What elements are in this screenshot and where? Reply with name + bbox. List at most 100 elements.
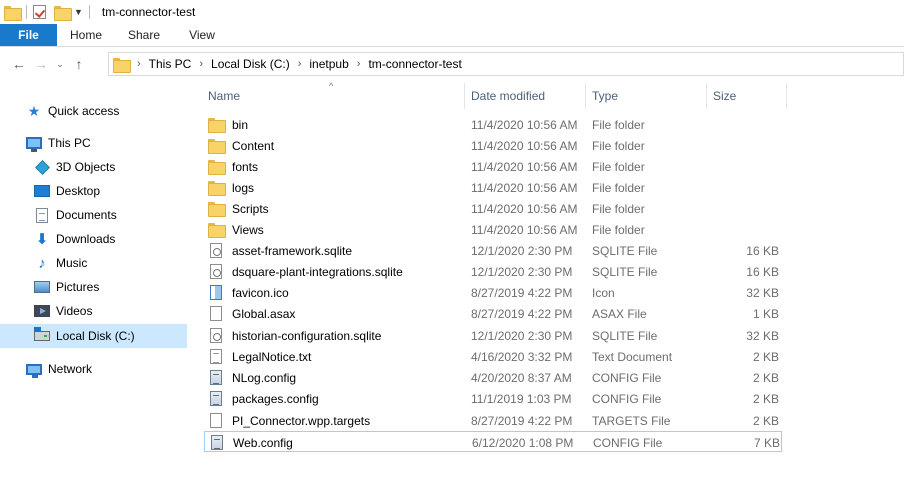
file-row[interactable]: logs 11/4/2020 10:56 AM File folder [204,177,782,198]
network-icon [26,361,42,378]
new-folder-icon[interactable] [54,5,72,21]
file-name: dsquare-plant-integrations.sqlite [232,264,403,279]
tab-share[interactable]: Share [115,24,173,46]
file-date: 12/1/2020 2:30 PM [471,328,573,343]
file-date: 4/16/2020 3:32 PM [471,349,573,364]
file-date: 11/4/2020 10:56 AM [471,222,578,237]
breadcrumb-this-pc[interactable]: This PC [149,57,192,71]
toolbar-divider [88,5,90,19]
file-type: SQLITE File [592,328,658,343]
file-row[interactable]: NLog.config 4/20/2020 8:37 AM CONFIG Fil… [204,367,782,388]
config-file-icon [208,370,224,386]
column-header-type[interactable]: Type [586,83,707,109]
local-disk-icon [34,327,50,344]
chevron-down-icon: ⌄ [56,58,64,69]
file-row[interactable]: Web.config 6/12/2020 1:08 PM CONFIG File… [204,431,782,452]
breadcrumb-chevron-icon[interactable]: › [199,58,203,70]
file-row[interactable]: PI_Connector.wpp.targets 8/27/2019 4:22 … [204,410,782,431]
desktop-icon [34,183,50,199]
file-type: File folder [592,159,645,174]
nav-item-label: Network [48,362,93,376]
breadcrumb-chevron-icon[interactable]: › [298,58,302,70]
nav-item-music[interactable]: ♪ Music [0,251,187,275]
nav-item-desktop[interactable]: Desktop [0,179,187,203]
quick-access-toolbar: ▼ [0,0,96,24]
address-bar[interactable]: › This PC › Local Disk (C:) › inetpub › … [108,52,904,76]
videos-icon [34,303,50,319]
file-row[interactable]: fonts 11/4/2020 10:56 AM File folder [204,156,782,177]
file-row[interactable]: favicon.ico 8/27/2019 4:22 PM Icon 32 KB [204,282,782,303]
file-row[interactable]: asset-framework.sqlite 12/1/2020 2:30 PM… [204,240,782,261]
nav-item-local-disk[interactable]: Local Disk (C:) [0,324,187,348]
nav-item-label: Videos [56,304,93,318]
breadcrumb-local-disk[interactable]: Local Disk (C:) [211,57,290,71]
file-row[interactable]: LegalNotice.txt 4/16/2020 3:32 PM Text D… [204,346,782,367]
nav-item-3d-objects[interactable]: 3D Objects [0,155,187,179]
navigation-pane: ★ Quick access This PC 3D Objects Deskto… [0,81,189,504]
file-size: 2 KB [752,370,779,385]
file-date: 11/4/2020 10:56 AM [471,138,578,153]
breadcrumb-tm-connector-test[interactable]: tm-connector-test [368,57,461,71]
nav-item-pictures[interactable]: Pictures [0,275,187,299]
column-header-date-modified[interactable]: Date modified [465,83,586,109]
file-type: CONFIG File [592,391,662,406]
nav-item-network[interactable]: Network [0,357,187,381]
breadcrumb-chevron-icon[interactable]: › [357,58,361,70]
breadcrumb-inetpub[interactable]: inetpub [309,57,348,71]
title-bar: ▼ tm-connector-test [0,0,904,24]
file-date: 12/1/2020 2:30 PM [471,264,573,279]
file-row[interactable]: Views 11/4/2020 10:56 AM File folder [204,219,782,240]
toolbar-divider [26,5,27,19]
nav-item-quick-access[interactable]: ★ Quick access [0,99,187,123]
up-button[interactable]: ↑ [68,53,90,75]
sqlite-file-icon [208,264,224,280]
nav-item-this-pc[interactable]: This PC [0,131,187,155]
back-button[interactable]: ← [8,53,30,75]
downloads-icon: ⬇ [35,231,49,248]
file-name: Web.config [233,435,293,450]
folder-icon [4,5,22,21]
nav-item-videos[interactable]: Videos [0,299,187,323]
pictures-icon [34,279,50,295]
file-type: File folder [592,201,645,216]
nav-item-label: Pictures [56,280,100,294]
properties-icon[interactable] [33,5,46,19]
column-header-size[interactable]: Size [707,83,787,109]
file-date: 8/27/2019 4:22 PM [471,306,573,321]
tab-home[interactable]: Home [57,24,115,46]
file-row[interactable]: packages.config 11/1/2019 1:03 PM CONFIG… [204,388,782,409]
file-name: Content [232,138,275,153]
file-row[interactable]: Scripts 11/4/2020 10:56 AM File folder [204,198,782,219]
nav-item-documents[interactable]: Documents [0,203,187,227]
file-size: 2 KB [752,349,779,364]
customize-toolbar-arrow-icon[interactable]: ▼ [74,7,83,17]
recent-locations-button[interactable]: ⌄ [52,53,68,75]
navigation-bar: ← → ⌄ ↑ › This PC › Local Disk (C:) › in… [0,47,904,81]
breadcrumb-chevron-icon[interactable]: › [137,58,141,70]
ribbon-tabs: File Home Share View [0,24,904,47]
file-size: 32 KB [746,328,779,343]
column-header-name[interactable]: Name [202,83,465,109]
sqlite-file-icon [208,328,224,344]
file-list: ^ Name Date modified Type Size bin 11/4/… [189,81,904,504]
file-row[interactable]: bin 11/4/2020 10:56 AM File folder [204,114,782,135]
file-row[interactable]: dsquare-plant-integrations.sqlite 12/1/2… [204,261,782,282]
file-size: 7 KB [753,435,780,450]
tab-file[interactable]: File [0,24,57,46]
file-row[interactable]: Content 11/4/2020 10:56 AM File folder [204,135,782,156]
file-name: packages.config [232,391,319,406]
nav-item-downloads[interactable]: ⬇ Downloads [0,227,187,251]
file-type: Text Document [592,349,673,364]
music-icon: ♪ [38,254,46,272]
file-date: 8/27/2019 4:22 PM [471,413,573,428]
file-row[interactable]: historian-configuration.sqlite 12/1/2020… [204,325,782,346]
file-date: 11/4/2020 10:56 AM [471,159,578,174]
file-row[interactable]: Global.asax 8/27/2019 4:22 PM ASAX File … [204,303,782,324]
file-size [709,177,779,198]
nav-item-label: Music [56,256,88,270]
documents-icon [34,207,50,223]
file-type: File folder [592,117,645,132]
forward-button[interactable]: → [30,53,52,75]
file-date: 12/1/2020 2:30 PM [471,243,573,258]
tab-view[interactable]: View [173,24,231,46]
